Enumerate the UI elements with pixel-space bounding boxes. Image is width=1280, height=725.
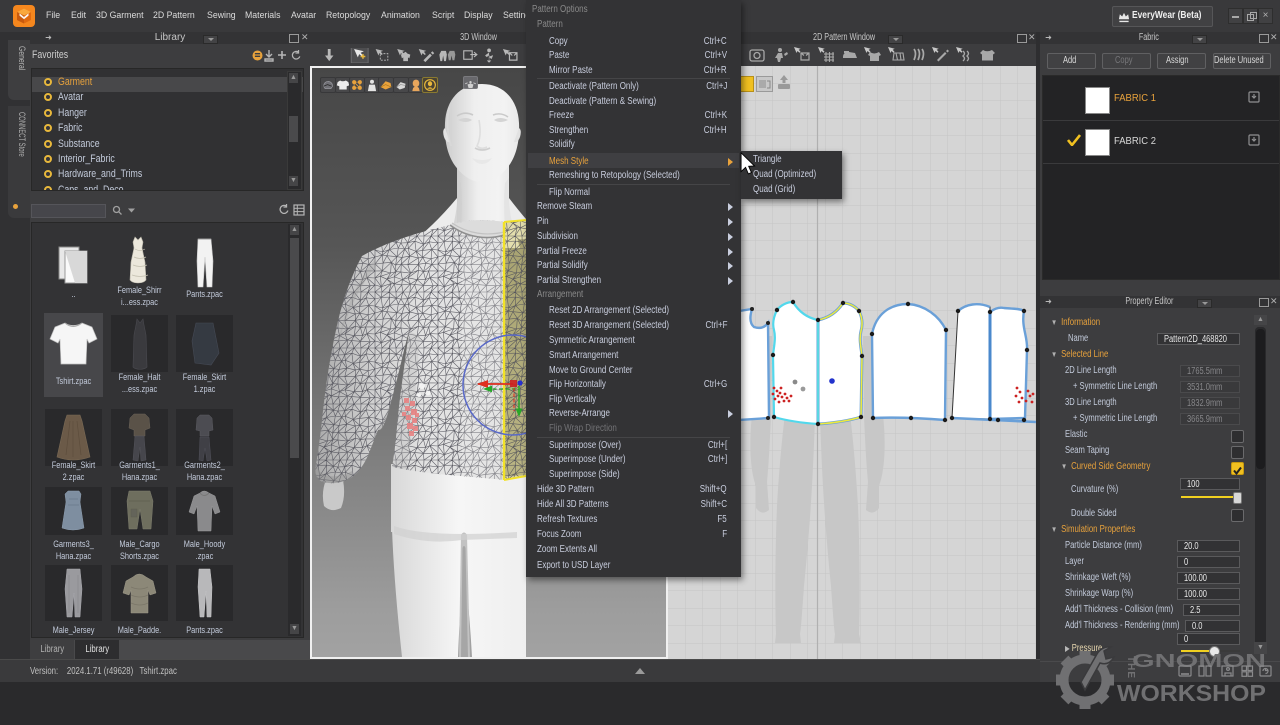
svg-text:WORKSHOP: WORKSHOP (1117, 680, 1266, 706)
